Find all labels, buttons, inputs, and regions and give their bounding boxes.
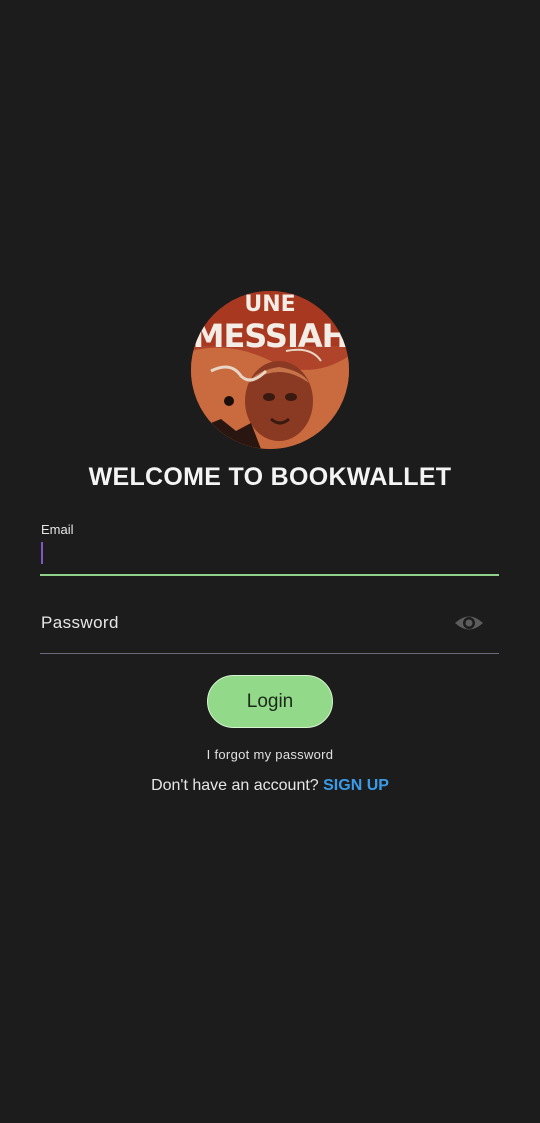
page-title: WELCOME TO BOOKWALLET <box>88 463 452 491</box>
eye-icon[interactable] <box>454 610 484 636</box>
forgot-password-link[interactable]: I forgot my password <box>0 747 540 762</box>
cover-title-main: MESSIAH <box>193 317 348 355</box>
email-underline <box>40 574 499 576</box>
password-underline <box>40 653 499 654</box>
login-button[interactable]: Login <box>207 675 333 728</box>
signup-prompt: Don't have an account? <box>151 777 324 794</box>
email-input[interactable] <box>40 520 444 578</box>
login-screen: UNE MESSIAH WELCOME TO BOOKWALLET Email … <box>0 0 540 1123</box>
email-field[interactable]: Email <box>40 520 499 578</box>
eye-icon-graphic <box>455 616 483 630</box>
signup-link[interactable]: SIGN UP <box>323 777 389 794</box>
signup-row: Don't have an account? SIGN UP <box>0 777 540 795</box>
book-cover-illustration: UNE MESSIAH <box>191 291 349 449</box>
password-input[interactable] <box>40 600 444 656</box>
book-cover-avatar: UNE MESSIAH <box>191 291 349 449</box>
cover-title-top: UNE <box>244 292 295 317</box>
password-field[interactable]: Password <box>40 600 499 656</box>
